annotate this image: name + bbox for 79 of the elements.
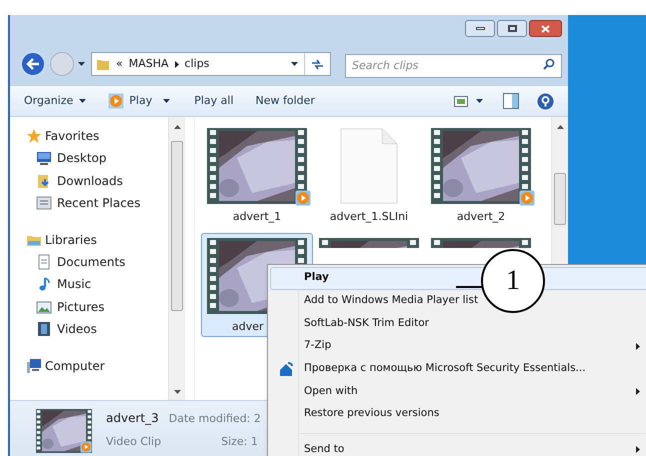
scroll-up-icon[interactable] — [556, 125, 564, 129]
nav-item[interactable]: Videos — [26, 318, 168, 340]
shield-icon — [278, 360, 294, 377]
minimize-button[interactable] — [465, 20, 495, 37]
caret-icon — [291, 62, 298, 66]
file-item[interactable]: advert_1 — [201, 123, 313, 227]
menu-item[interactable]: Send to — [270, 438, 646, 456]
submenu-arrow-icon — [636, 388, 640, 396]
chevron-icon — [174, 60, 179, 68]
back-arrow-icon — [26, 58, 40, 70]
nav-item[interactable]: Music — [26, 273, 168, 296]
file-type-label: Video Clip — [106, 434, 162, 450]
file-name: advert_2 — [456, 210, 506, 224]
submenu-arrow-icon — [636, 342, 640, 350]
size-label: Size: 1 — [221, 434, 258, 450]
document-icon — [36, 254, 52, 270]
preview-pane-button[interactable] — [503, 93, 519, 109]
nav-item[interactable]: Desktop — [26, 147, 168, 170]
preview-pane-icon — [503, 93, 519, 109]
help-icon — [537, 92, 554, 110]
computer-icon — [26, 358, 42, 374]
scroll-down-icon[interactable] — [174, 390, 180, 394]
caret-icon — [79, 99, 86, 103]
close-button[interactable] — [529, 20, 562, 37]
nav-item[interactable]: Downloads — [26, 170, 168, 192]
play-badge-icon — [295, 190, 311, 206]
close-icon — [541, 24, 550, 32]
file-name: advert_1 — [232, 210, 282, 224]
address-overflow[interactable]: « — [116, 56, 123, 72]
scroll-thumb[interactable] — [171, 141, 183, 311]
nav-group[interactable]: Computer — [26, 354, 168, 376]
play-icon — [108, 93, 124, 109]
toolbar-play-button[interactable]: Play — [108, 92, 170, 110]
scrollbar[interactable] — [168, 117, 185, 400]
nav-group[interactable]: Libraries — [26, 228, 168, 250]
scroll-up-icon[interactable] — [174, 125, 180, 129]
help-button[interactable] — [537, 92, 554, 110]
menu-item[interactable]: 7-Zip — [270, 334, 646, 358]
nav-item[interactable]: Pictures — [26, 296, 168, 318]
recent-places-icon — [36, 195, 52, 212]
file-name: advert_1.SLIni — [330, 210, 408, 224]
submenu-arrow-icon — [636, 446, 640, 454]
menu-item[interactable]: Проверка с помощью Microsoft Security Essentials... — [270, 358, 646, 380]
breadcrumb[interactable]: MASHA — [128, 56, 169, 72]
nav-item[interactable]: Recent Places — [26, 192, 168, 214]
star-icon — [26, 128, 42, 144]
search-field[interactable]: Search clips — [345, 54, 562, 78]
monitor-icon — [36, 150, 52, 166]
minimize-icon — [476, 27, 484, 30]
scroll-thumb[interactable] — [554, 173, 566, 225]
maximize-button[interactable] — [497, 20, 527, 37]
picture-icon — [36, 298, 52, 315]
caret-icon — [78, 62, 85, 66]
maximize-icon — [508, 25, 516, 32]
address-bar[interactable]: « MASHA clips — [91, 52, 331, 76]
search-icon — [543, 58, 555, 70]
caret-icon — [476, 99, 483, 103]
detail-file-name: advert_3 — [106, 410, 159, 427]
toolbar-button[interactable]: Play all — [194, 92, 234, 110]
folder-icon — [96, 57, 110, 71]
breadcrumb[interactable]: clips — [184, 56, 210, 72]
file-name: adver — [231, 320, 264, 334]
refresh-icon — [311, 58, 324, 70]
menu-item[interactable]: Restore previous versions — [270, 402, 646, 426]
nav-item[interactable]: Documents — [26, 250, 168, 273]
toolbar-menu-button[interactable]: Organize — [24, 92, 86, 110]
view-icon — [454, 96, 468, 106]
film-icon — [36, 321, 52, 338]
file-item[interactable]: advert_1.SLIni — [313, 123, 425, 227]
back-button[interactable] — [20, 51, 46, 77]
toolbar-button[interactable]: New folder — [256, 92, 315, 110]
leader-line — [456, 286, 482, 288]
menu-item[interactable]: Open with — [270, 380, 646, 403]
caret-icon — [163, 99, 170, 103]
date-modified-label: Date modified: 2 — [168, 411, 261, 427]
file-item[interactable]: advert_2 — [425, 123, 537, 227]
play-badge-icon — [519, 190, 535, 206]
nav-group[interactable]: Favorites — [26, 125, 168, 147]
view-options-button[interactable] — [454, 96, 483, 106]
